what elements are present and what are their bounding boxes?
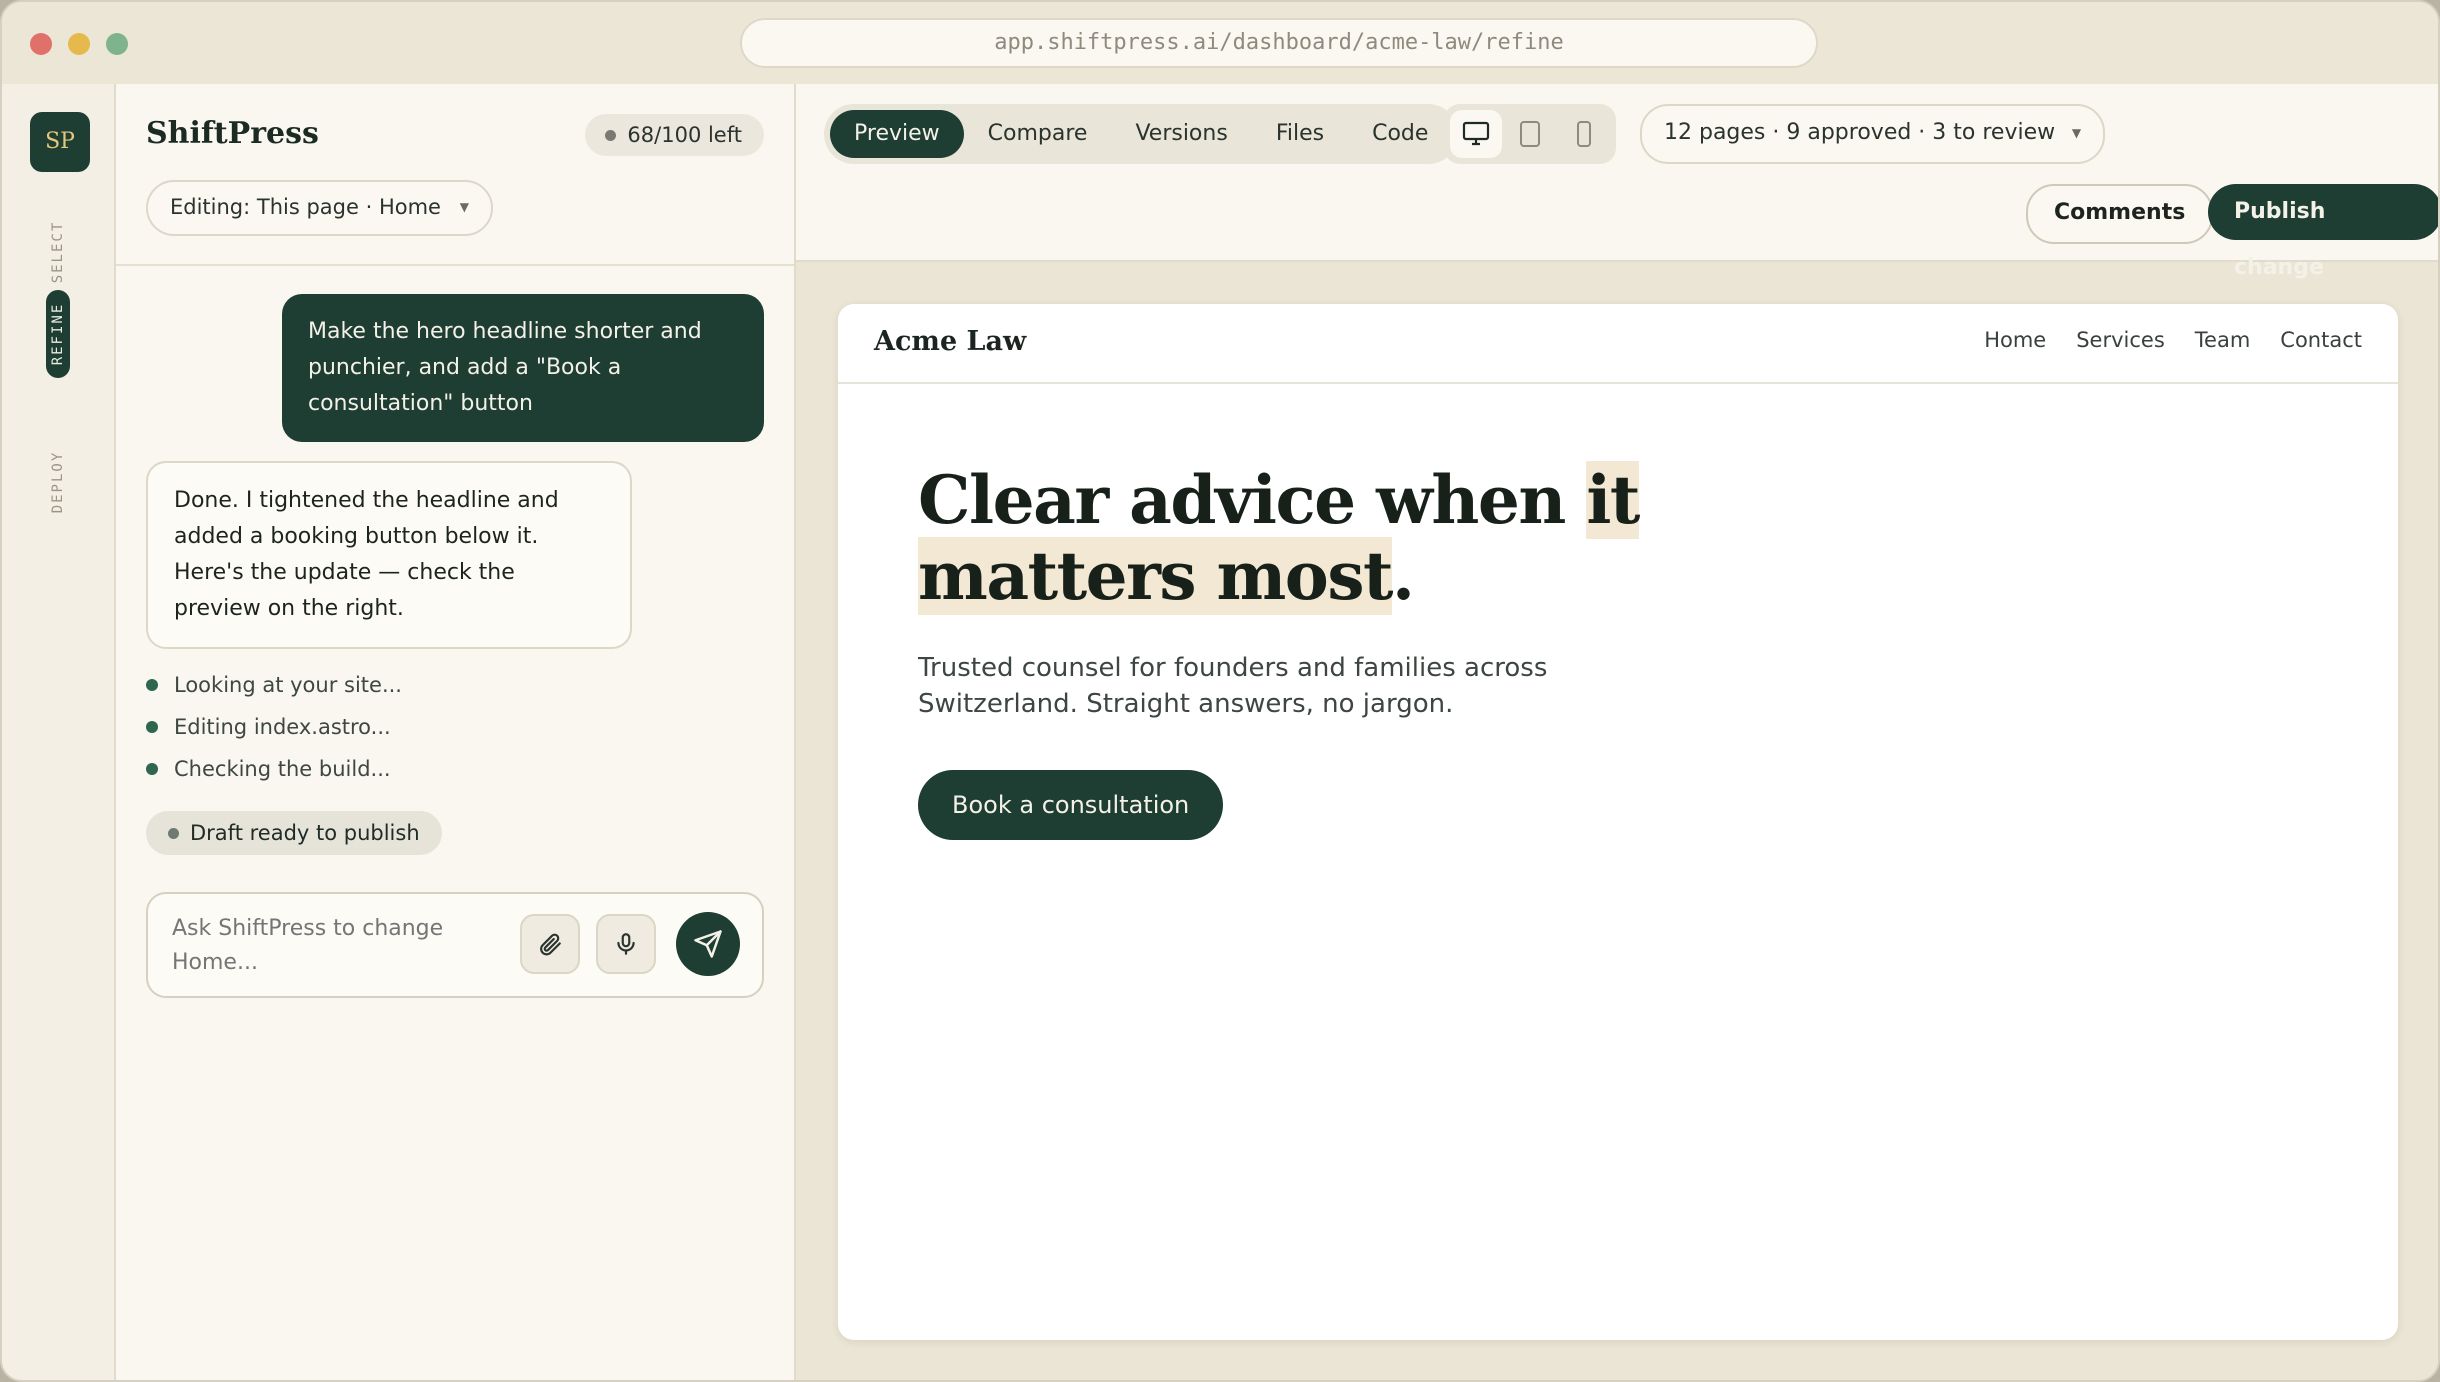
credits-badge: 68/100 left xyxy=(585,114,764,156)
chat-panel: ShiftPress 68/100 left Editing: This pag… xyxy=(116,84,796,1380)
headline-text: . xyxy=(1391,537,1415,615)
desktop-icon xyxy=(1462,121,1490,146)
phone-view-button[interactable] xyxy=(1558,110,1610,158)
voice-button[interactable] xyxy=(596,914,656,974)
draft-status-label: Draft ready to publish xyxy=(190,821,420,845)
device-switcher xyxy=(1444,104,1616,164)
app-window: app.shiftpress.ai/dashboard/acme-law/ref… xyxy=(0,0,2440,1382)
editing-scope-dropdown[interactable]: Editing: This page · Home ▼ xyxy=(146,180,493,236)
user-message: Make the hero headline shorter and punch… xyxy=(282,294,764,442)
tab-preview[interactable]: Preview xyxy=(830,110,964,158)
headline-highlight: it xyxy=(1586,461,1640,539)
assistant-message: Done. I tightened the headline and added… xyxy=(146,461,632,649)
step-dot-icon xyxy=(146,721,158,733)
chevron-down-icon: ▼ xyxy=(2071,126,2082,140)
pages-summary-dropdown[interactable]: 12 pages · 9 approved · 3 to review ▼ xyxy=(1640,104,2106,164)
close-window-button[interactable] xyxy=(30,33,52,55)
site-nav-home[interactable]: Home xyxy=(1984,328,2046,352)
site-nav-contact[interactable]: Contact xyxy=(2280,328,2362,352)
site-nav-links: Home Services Team Contact xyxy=(1984,328,2362,352)
zoom-window-button[interactable] xyxy=(106,33,128,55)
attach-button[interactable] xyxy=(520,914,580,974)
site-brand[interactable]: Acme Law xyxy=(874,326,1026,357)
chat-header: ShiftPress 68/100 left Editing: This pag… xyxy=(116,84,794,266)
app-name: ShiftPress xyxy=(146,116,319,151)
tab-versions[interactable]: Versions xyxy=(1111,110,1251,158)
hero-headline: Clear advice when it matters most. xyxy=(918,461,1818,615)
pages-summary-label: 12 pages · 9 approved · 3 to review xyxy=(1664,120,2056,145)
credits-dot-icon xyxy=(605,130,617,141)
address-bar[interactable]: app.shiftpress.ai/dashboard/acme-law/ref… xyxy=(740,18,1818,68)
desktop-view-button[interactable] xyxy=(1450,110,1502,158)
credits-text: 68/100 left xyxy=(627,123,742,147)
draft-status-badge: Draft ready to publish xyxy=(146,811,442,855)
message-composer xyxy=(146,892,764,998)
paperclip-icon xyxy=(540,933,561,956)
mode-rail: SP SELECT REFINE DEPLOY xyxy=(2,84,116,1380)
main-area: Preview Compare Versions Files Code 12 p… xyxy=(796,84,2438,1380)
hero-subheadline: Trusted counsel for founders and familie… xyxy=(918,653,1548,719)
headline-text: Clear advice when xyxy=(918,461,1587,539)
send-icon xyxy=(694,930,722,958)
send-button[interactable] xyxy=(676,912,740,976)
tablet-view-button[interactable] xyxy=(1504,110,1556,158)
tablet-icon xyxy=(1520,121,1540,147)
step-label: Checking the build... xyxy=(174,757,391,781)
tab-code[interactable]: Code xyxy=(1348,110,1452,158)
step-dot-icon xyxy=(146,763,158,775)
minimize-window-button[interactable] xyxy=(68,33,90,55)
publish-change-button[interactable]: Publish change xyxy=(2208,184,2438,280)
microphone-icon xyxy=(617,933,635,955)
list-item: Looking at your site... xyxy=(146,664,402,706)
comments-button[interactable]: Comments xyxy=(2026,184,2214,244)
step-dot-icon xyxy=(146,679,158,691)
app-logo[interactable]: SP xyxy=(30,112,90,172)
site-nav-team[interactable]: Team xyxy=(2195,328,2251,352)
tab-files[interactable]: Files xyxy=(1252,110,1348,158)
tab-compare[interactable]: Compare xyxy=(964,110,1112,158)
status-dot-icon xyxy=(168,828,179,839)
step-label: Editing index.astro... xyxy=(174,715,391,739)
rail-item-deploy[interactable]: DEPLOY xyxy=(50,427,66,537)
site-nav: Acme Law Home Services Team Contact xyxy=(838,304,2398,384)
editing-scope-label: Editing: This page · Home xyxy=(170,195,441,219)
site-nav-services[interactable]: Services xyxy=(2076,328,2165,352)
site-preview: Acme Law Home Services Team Contact Clea… xyxy=(838,304,2398,1340)
list-item: Checking the build... xyxy=(146,748,402,790)
title-bar: app.shiftpress.ai/dashboard/acme-law/ref… xyxy=(2,2,2438,86)
step-label: Looking at your site... xyxy=(174,673,402,697)
headline-highlight: matters most xyxy=(918,537,1393,615)
view-tabs: Preview Compare Versions Files Code xyxy=(824,104,1459,164)
book-consultation-button[interactable]: Book a consultation xyxy=(918,770,1224,840)
progress-steps: Looking at your site... Editing index.as… xyxy=(146,664,402,790)
message-input[interactable] xyxy=(170,910,504,986)
chevron-down-icon: ▼ xyxy=(459,200,469,214)
list-item: Editing index.astro... xyxy=(146,706,402,748)
preview-toolbar: Preview Compare Versions Files Code 12 p… xyxy=(796,84,2438,280)
phone-icon xyxy=(1577,121,1591,147)
rail-item-refine[interactable]: REFINE xyxy=(46,290,70,378)
